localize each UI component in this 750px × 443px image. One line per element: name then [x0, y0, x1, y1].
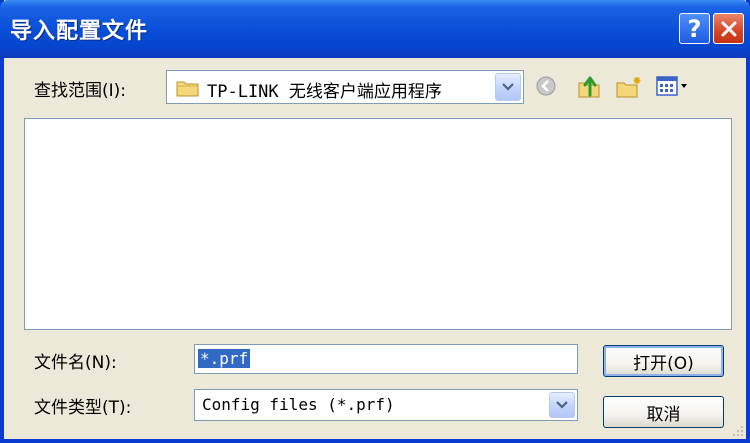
view-menu-icon[interactable] — [656, 75, 692, 97]
chevron-down-icon — [556, 401, 568, 409]
filename-label: 文件名(N): — [34, 353, 117, 373]
filetype-dropdown-button[interactable] — [549, 392, 575, 418]
close-icon — [721, 21, 736, 36]
up-folder-icon[interactable] — [577, 75, 603, 99]
new-folder-icon[interactable] — [615, 75, 643, 99]
open-button[interactable]: 打开(O) — [603, 345, 724, 377]
look-in-dropdown-button[interactable] — [495, 73, 521, 101]
resize-grip-icon[interactable] — [730, 423, 744, 437]
cancel-button[interactable]: 取消 — [603, 396, 724, 428]
look-in-dropdown[interactable]: TP-LINK 无线客户端应用程序 — [166, 70, 524, 104]
help-button[interactable]: ? — [679, 13, 710, 44]
file-list[interactable] — [24, 118, 732, 330]
filetype-value: Config files (*.prf) — [202, 395, 395, 414]
title-bar[interactable]: 导入配置文件 ? — [0, 0, 750, 58]
help-icon: ? — [687, 14, 702, 43]
filename-input[interactable]: *.prf — [194, 344, 578, 374]
look-in-value: TP-LINK 无线客户端应用程序 — [207, 82, 442, 102]
look-in-label: 查找范围(I): — [34, 81, 127, 101]
back-icon[interactable] — [535, 75, 557, 97]
import-config-dialog: 导入配置文件 ? 查找范围(I): TP-LINK 无线客户端应用程序 文件名(… — [0, 0, 750, 443]
filetype-dropdown[interactable]: Config files (*.prf) — [194, 389, 578, 421]
window-title: 导入配置文件 — [10, 19, 149, 44]
close-button[interactable] — [713, 13, 744, 44]
filename-value: *.prf — [198, 349, 251, 368]
chevron-down-icon — [502, 83, 514, 91]
filetype-label: 文件类型(T): — [34, 398, 132, 418]
folder-icon — [176, 81, 199, 97]
